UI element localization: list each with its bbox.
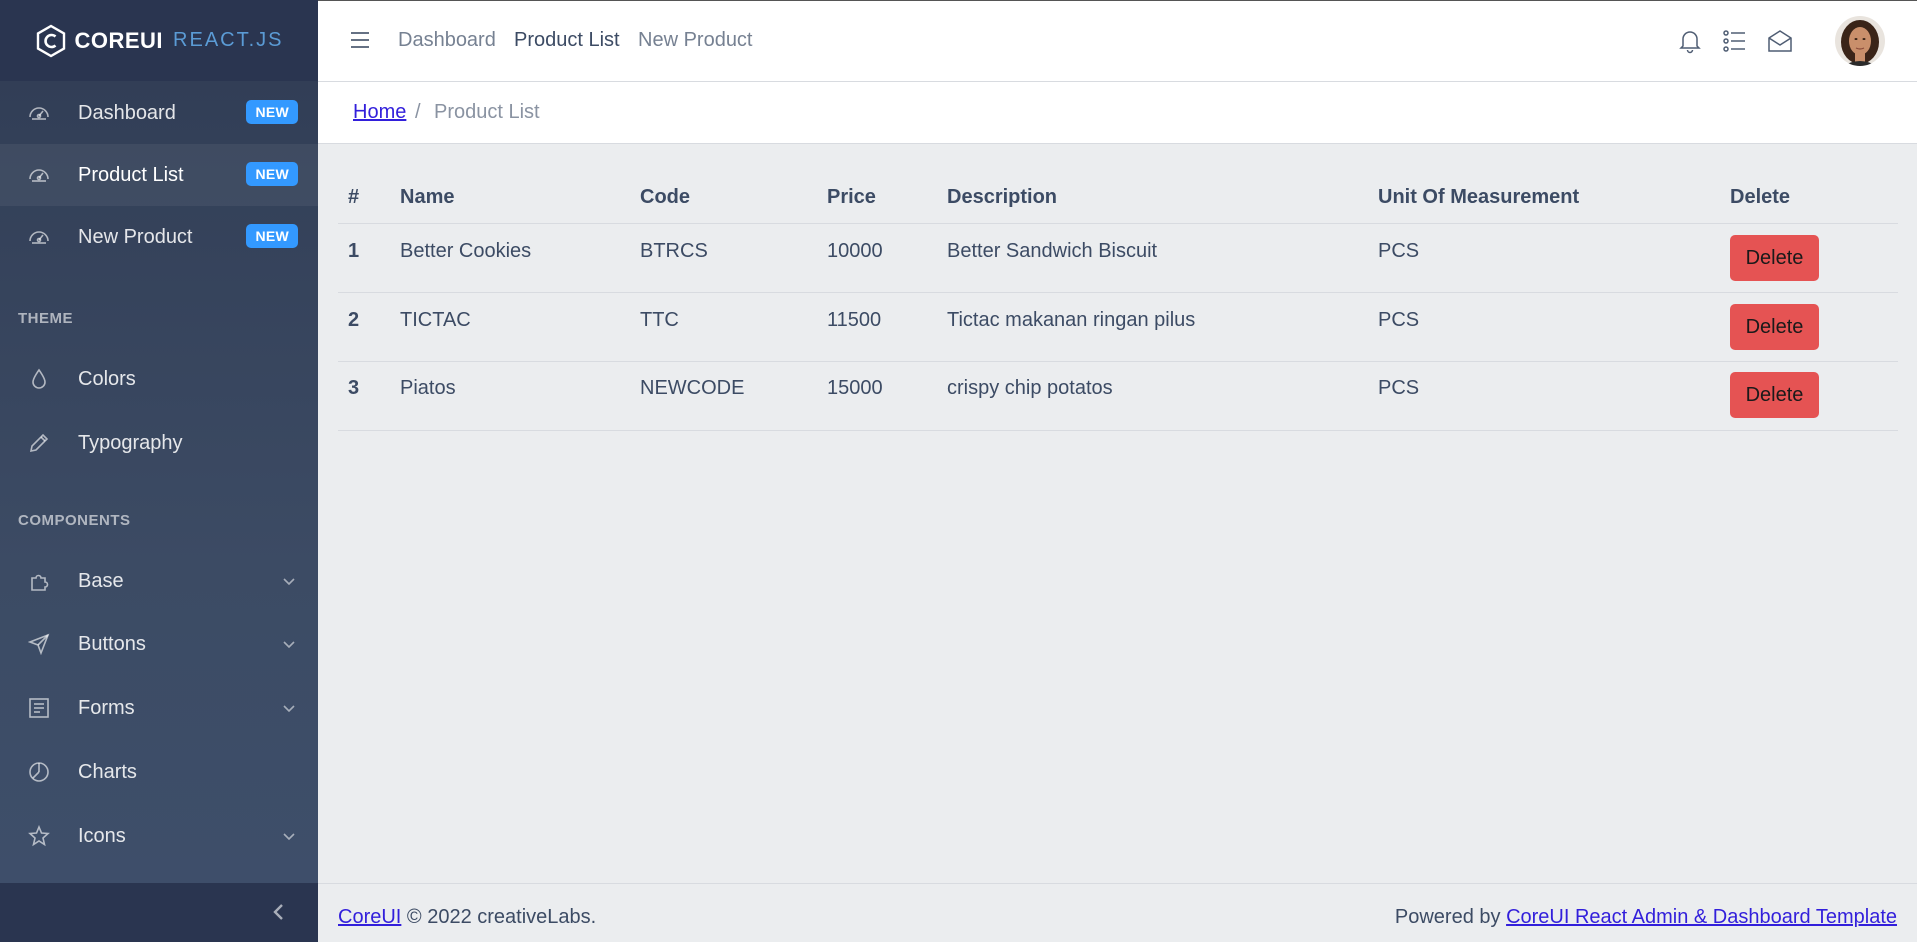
bell-icon[interactable] (1677, 28, 1703, 54)
brand-name-bold: COREUI (74, 27, 164, 53)
sidebar-item-base[interactable]: Base (0, 550, 318, 612)
sidebar-item-label: Product List (78, 163, 184, 186)
sidebar-item-label: Dashboard (78, 101, 176, 124)
cell-number: 3 (348, 377, 360, 399)
cell-name: Better Cookies (400, 240, 532, 262)
cell-price: 15000 (827, 377, 883, 399)
chevron-down-icon (282, 635, 296, 649)
sidebar-item-charts[interactable]: Charts (0, 741, 318, 803)
footer-powered-by: Powered by (1394, 906, 1501, 928)
column-header-number: # (348, 186, 360, 208)
footer-coreui-link[interactable]: CoreUI (338, 906, 401, 928)
delete-button[interactable]: Delete (1730, 372, 1819, 418)
chart-pie-icon (28, 761, 50, 783)
cell-description: Better Sandwich Biscuit (947, 240, 1158, 262)
chevron-down-icon (282, 572, 296, 586)
sidebar-item-product-list[interactable]: Product List NEW (0, 144, 318, 206)
breadcrumb-separator: / (415, 101, 421, 123)
sidebar: COREUI REACT.JS Dashboard NEW Product Li… (0, 0, 318, 942)
sidebar-item-new-product[interactable]: New Product NEW (0, 206, 318, 268)
sidebar-item-forms[interactable]: Forms (0, 677, 318, 739)
sidebar-item-label: Buttons (78, 632, 146, 655)
sidebar-item-buttons[interactable]: Buttons (0, 613, 318, 675)
envelope-open-icon[interactable] (1767, 28, 1793, 54)
sidebar-item-label: Colors (78, 367, 136, 390)
notes-icon (28, 697, 50, 719)
column-header-delete: Delete (1730, 186, 1791, 208)
sidebar-item-label: New Product (78, 225, 193, 248)
avatar[interactable] (1835, 16, 1885, 66)
footer-copyright: © 2022 creativeLabs. (406, 906, 597, 928)
table-divider (338, 292, 1898, 293)
footer-right: Powered by CoreUI React Admin & Dashboar… (1395, 906, 1897, 929)
sidebar-item-colors[interactable]: Colors (0, 348, 318, 410)
column-header-description: Description (947, 186, 1058, 208)
sidebar-item-typography[interactable]: Typography (0, 412, 318, 474)
cell-number: 1 (348, 240, 360, 262)
cell-unit: PCS (1378, 309, 1420, 331)
cell-unit: PCS (1378, 377, 1420, 399)
cell-code: BTRCS (640, 240, 708, 262)
column-header-unit: Unit Of Measurement (1378, 186, 1580, 208)
column-header-code: Code (640, 186, 690, 208)
drop-icon (28, 368, 50, 390)
menu-toggle-icon[interactable] (350, 31, 370, 49)
cell-code: TTC (640, 309, 679, 331)
header-nav-new-product[interactable]: New Product (638, 29, 753, 52)
sidebar-item-label: Forms (78, 696, 135, 719)
table-divider (338, 223, 1898, 224)
footer: CoreUI © 2022 creativeLabs. Powered by C… (318, 883, 1917, 942)
coreui-logo-icon (37, 24, 66, 57)
cell-price: 11500 (827, 309, 882, 331)
breadcrumb-current: Product List (434, 101, 540, 123)
sidebar-item-dashboard[interactable]: Dashboard NEW (0, 82, 318, 144)
header-nav-dashboard[interactable]: Dashboard (398, 29, 496, 52)
breadcrumb-home-link[interactable]: Home (353, 101, 406, 124)
breadcrumb: Home / Product List (318, 82, 1917, 144)
new-badge: NEW (246, 224, 298, 248)
chevron-left-icon (273, 904, 283, 920)
cell-name: Piatos (400, 377, 456, 399)
footer-template-link[interactable]: CoreUI React Admin & Dashboard Template (1506, 906, 1897, 928)
delete-button[interactable]: Delete (1730, 235, 1819, 281)
new-badge: NEW (246, 162, 298, 186)
cell-description: Tictac makanan ringan pilus (947, 309, 1196, 331)
sidebar-item-label: Charts (78, 760, 137, 783)
table-divider (338, 361, 1898, 362)
chevron-down-icon (282, 827, 296, 841)
column-header-price: Price (827, 186, 876, 208)
header-nav-product-list[interactable]: Product List (514, 29, 620, 52)
header: Dashboard Product List New Product (318, 0, 1917, 82)
sidebar-item-label: Icons (78, 824, 126, 847)
footer-left: CoreUI © 2022 creativeLabs. (338, 906, 596, 929)
sidebar-item-label: Typography (78, 431, 183, 454)
cell-name: TICTAC (400, 309, 471, 331)
brand-logo[interactable]: COREUI REACT.JS (0, 0, 318, 81)
sidebar-section-components: COMPONENTS (18, 512, 131, 529)
puzzle-icon (28, 570, 50, 592)
cell-price: 10000 (827, 240, 883, 262)
speedometer-icon (28, 226, 50, 248)
sidebar-toggler[interactable] (0, 883, 318, 942)
brand-name-light: REACT.JS (173, 29, 284, 51)
speedometer-icon (28, 164, 50, 186)
sidebar-item-label: Base (78, 569, 124, 592)
cell-description: crispy chip potatos (947, 377, 1113, 399)
new-badge: NEW (246, 100, 298, 124)
delete-button[interactable]: Delete (1730, 304, 1819, 350)
column-header-name: Name (400, 186, 455, 208)
sidebar-item-icons[interactable]: Icons (0, 805, 318, 867)
cursor-icon (27, 633, 50, 656)
chevron-down-icon (282, 699, 296, 713)
list-icon[interactable] (1722, 28, 1748, 54)
speedometer-icon (28, 102, 50, 124)
cell-code: NEWCODE (640, 377, 745, 399)
sidebar-section-theme: THEME (18, 310, 73, 327)
cell-number: 2 (348, 309, 360, 331)
pencil-icon (28, 432, 50, 454)
cell-unit: PCS (1378, 240, 1420, 262)
table-divider (338, 430, 1898, 431)
star-icon (28, 824, 50, 847)
